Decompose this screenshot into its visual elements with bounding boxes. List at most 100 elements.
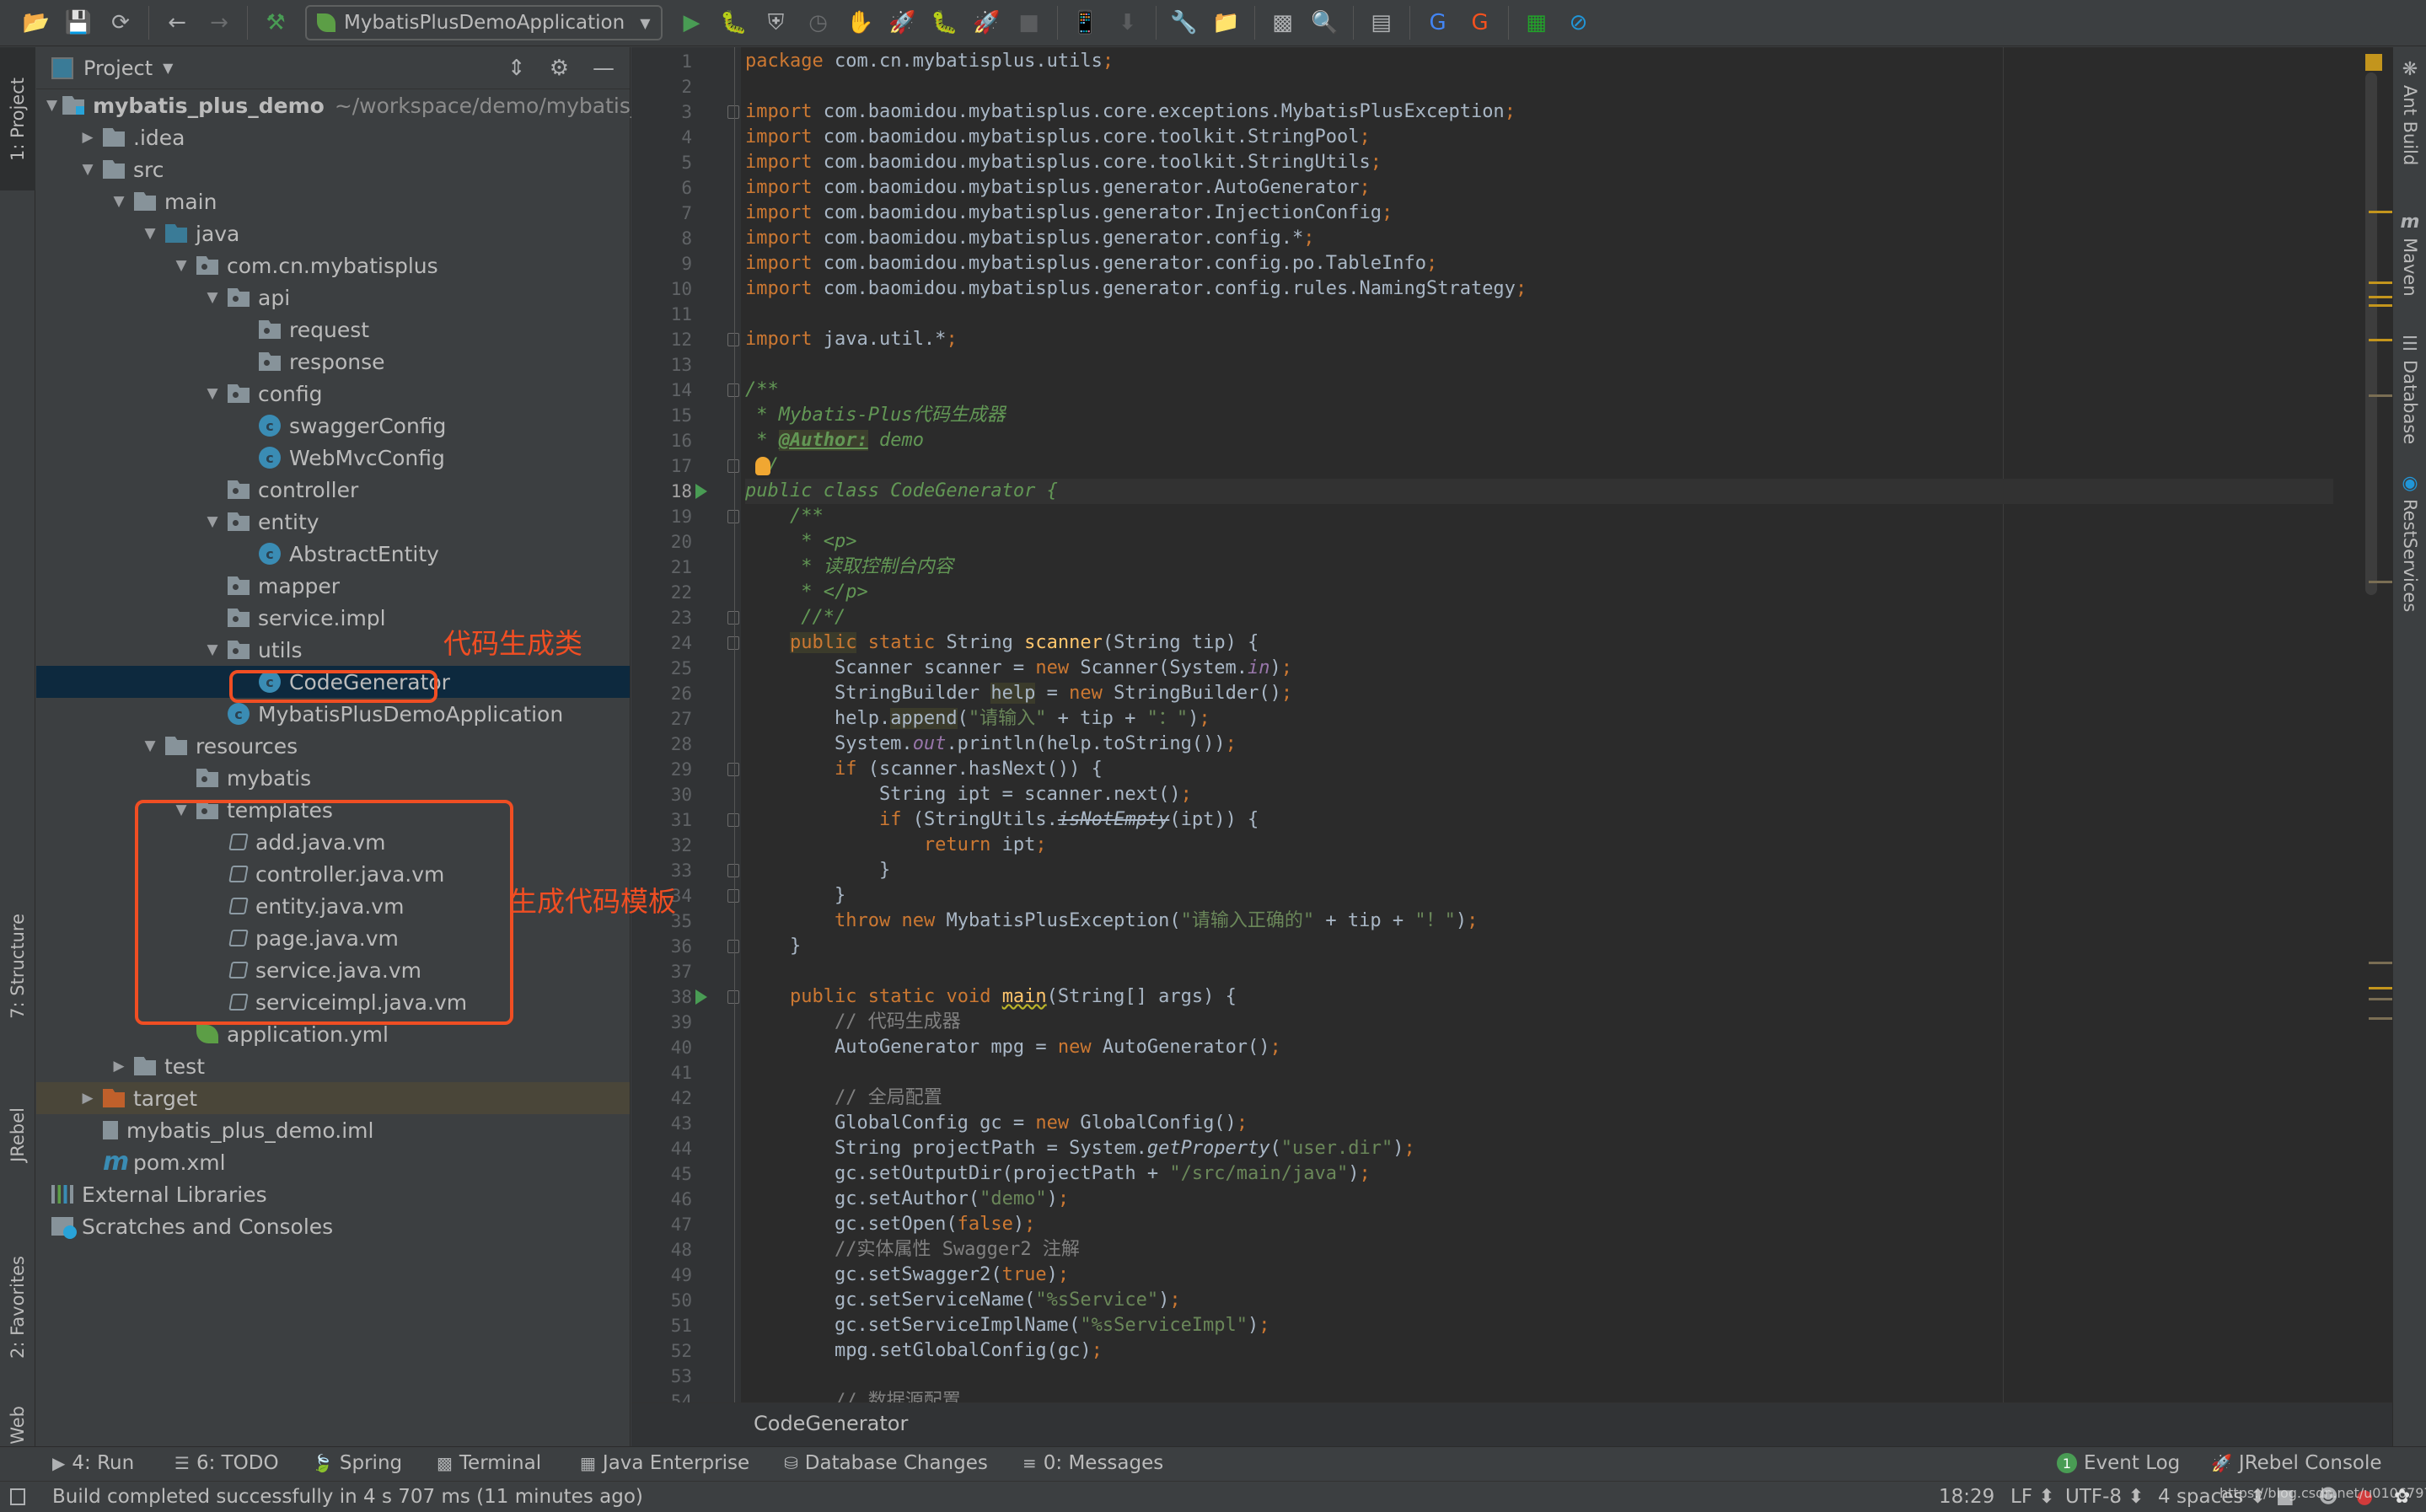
line-number[interactable]: 22: [631, 580, 692, 605]
line-number[interactable]: 50: [631, 1288, 692, 1313]
code-line[interactable]: public static void main(String[] args) {: [745, 984, 2333, 1010]
back-icon[interactable]: ←: [162, 8, 192, 38]
tree-item[interactable]: request: [36, 314, 630, 346]
code-line[interactable]: [745, 302, 2333, 327]
tree-item[interactable]: serviceimpl.java.vm: [36, 986, 630, 1018]
tool-tab-ant-build[interactable]: ❋ Ant Build: [2393, 59, 2426, 165]
error-stripe-mark[interactable]: [2369, 987, 2392, 989]
tree-item[interactable]: page.java.vm: [36, 922, 630, 954]
android-device-icon[interactable]: 📱: [1071, 8, 1101, 38]
code-line[interactable]: * @Author: demo: [745, 428, 2333, 453]
line-number[interactable]: 13: [631, 352, 692, 378]
line-number[interactable]: 43: [631, 1111, 692, 1136]
code-line[interactable]: [745, 1364, 2333, 1389]
forward-icon[interactable]: →: [204, 8, 234, 38]
code-line[interactable]: public class CodeGenerator {: [745, 479, 2333, 504]
error-stripe-mark[interactable]: [2369, 296, 2392, 298]
run-configuration-select[interactable]: MybatisPlusDemoApplication ▼: [305, 5, 663, 40]
tool-tab-database[interactable]: ☰ Database: [2393, 334, 2426, 444]
tree-item[interactable]: controller: [36, 474, 630, 506]
line-number[interactable]: 6: [631, 175, 692, 201]
code-line[interactable]: package com.cn.mybatisplus.utils;: [745, 49, 2333, 74]
chevron-down-icon[interactable]: ▼: [109, 193, 129, 210]
code-line[interactable]: AutoGenerator mpg = new AutoGenerator();: [745, 1035, 2333, 1060]
line-number[interactable]: 7: [631, 201, 692, 226]
fold-toggle-icon[interactable]: [727, 510, 739, 523]
chevron-down-icon[interactable]: ▼: [202, 513, 223, 530]
code-line[interactable]: */: [745, 453, 2333, 479]
code-line[interactable]: //实体属性 Swagger2 注解: [745, 1237, 2333, 1263]
code-line[interactable]: [745, 74, 2333, 99]
encoding-select[interactable]: UTF-8 ⬍: [2065, 1486, 2144, 1508]
tree-item[interactable]: ▶ test: [36, 1050, 630, 1082]
code-line[interactable]: [745, 352, 2333, 378]
line-number[interactable]: 37: [631, 959, 692, 984]
tree-item[interactable]: c MybatisPlusDemoApplication: [36, 698, 630, 730]
error-stripe-mark[interactable]: [2369, 394, 2392, 397]
profile-icon[interactable]: ◷: [803, 8, 834, 38]
tree-item[interactable]: c swaggerConfig: [36, 410, 630, 442]
code-line[interactable]: throw new MybatisPlusException("请输入正确的" …: [745, 909, 2333, 934]
code-line[interactable]: import com.baomidou.mybatisplus.generato…: [745, 276, 2333, 302]
fold-toggle-icon[interactable]: [727, 864, 739, 877]
code-line[interactable]: // 代码生成器: [745, 1010, 2333, 1035]
tool-tab-database-changes[interactable]: ⛁ Database Changes: [784, 1452, 988, 1474]
line-number[interactable]: 12: [631, 327, 692, 352]
error-stripe-mark[interactable]: [2369, 304, 2392, 307]
tool-tab-favorites[interactable]: 2: Favorites: [0, 1219, 35, 1396]
editor-scrollbar[interactable]: [2365, 72, 2377, 595]
line-number[interactable]: 53: [631, 1364, 692, 1389]
chevron-down-icon[interactable]: ▼: [171, 802, 191, 818]
status-message[interactable]: Build completed successfully in 4 s 707 …: [52, 1486, 643, 1508]
tree-item[interactable]: ▼ config: [36, 378, 630, 410]
line-number[interactable]: 2: [631, 74, 692, 99]
line-number[interactable]: 16: [631, 428, 692, 453]
fold-toggle-icon[interactable]: [727, 383, 739, 397]
tree-item[interactable]: ▼ src: [36, 153, 630, 185]
line-number[interactable]: 27: [631, 706, 692, 732]
google-translate-icon[interactable]: G: [1423, 8, 1453, 38]
tree-item[interactable]: Scratches and Consoles: [36, 1210, 630, 1242]
project-structure-icon[interactable]: 📁: [1211, 8, 1242, 38]
fold-toggle-icon[interactable]: [727, 990, 739, 1004]
fold-toggle-icon[interactable]: [727, 459, 739, 473]
tree-item[interactable]: m pom.xml: [36, 1146, 630, 1178]
fold-toggle-icon[interactable]: [727, 333, 739, 346]
tool-tab-maven[interactable]: m Maven: [2393, 212, 2426, 297]
editor-text-area[interactable]: package com.cn.mybatisplus.utils; import …: [745, 47, 2333, 1402]
chevron-down-icon[interactable]: ▼: [171, 257, 191, 274]
line-number[interactable]: 44: [631, 1136, 692, 1161]
synchronize-icon[interactable]: ⟳: [105, 8, 136, 38]
tree-item[interactable]: ▼ templates: [36, 794, 630, 826]
tool-tab-messages[interactable]: ≡ 0: Messages: [1022, 1452, 1163, 1474]
chevron-right-icon[interactable]: ▶: [109, 1058, 129, 1075]
attach-debugger-icon[interactable]: ✋: [845, 8, 876, 38]
line-number[interactable]: 42: [631, 1086, 692, 1111]
services-icon[interactable]: ▤: [1366, 8, 1397, 38]
line-number[interactable]: 20: [631, 529, 692, 555]
tool-tab-project[interactable]: 1: Project: [0, 47, 35, 190]
tree-item[interactable]: add.java.vm: [36, 826, 630, 858]
line-number[interactable]: 11: [631, 302, 692, 327]
line-number[interactable]: 51: [631, 1313, 692, 1338]
line-number[interactable]: 48: [631, 1237, 692, 1263]
code-line[interactable]: import com.baomidou.mybatisplus.core.too…: [745, 150, 2333, 175]
tree-item[interactable]: response: [36, 346, 630, 378]
code-line[interactable]: if (StringUtils.isNotEmpty(ipt)) {: [745, 807, 2333, 833]
search-icon[interactable]: 🔍: [1310, 8, 1340, 38]
save-all-icon[interactable]: 💾: [63, 8, 94, 38]
chevron-down-icon[interactable]: ▼: [78, 161, 98, 178]
chevron-down-icon[interactable]: ▼: [140, 225, 160, 242]
tree-item[interactable]: ▼ resources: [36, 730, 630, 762]
tree-item[interactable]: ▼ mybatis_plus_demo ~/workspace/demo/mybat…: [36, 89, 641, 121]
line-number[interactable]: 1: [631, 49, 692, 74]
chevron-down-icon[interactable]: ▼: [46, 97, 57, 114]
tool-windows-toggle-icon[interactable]: [10, 1488, 25, 1505]
code-line[interactable]: [745, 1060, 2333, 1086]
code-line[interactable]: }: [745, 934, 2333, 959]
tree-item[interactable]: mybatis: [36, 762, 630, 794]
code-line[interactable]: public static String scanner(String tip)…: [745, 630, 2333, 656]
line-number[interactable]: 32: [631, 833, 692, 858]
code-line[interactable]: * </p>: [745, 580, 2333, 605]
hide-panel-icon[interactable]: —: [593, 56, 615, 81]
